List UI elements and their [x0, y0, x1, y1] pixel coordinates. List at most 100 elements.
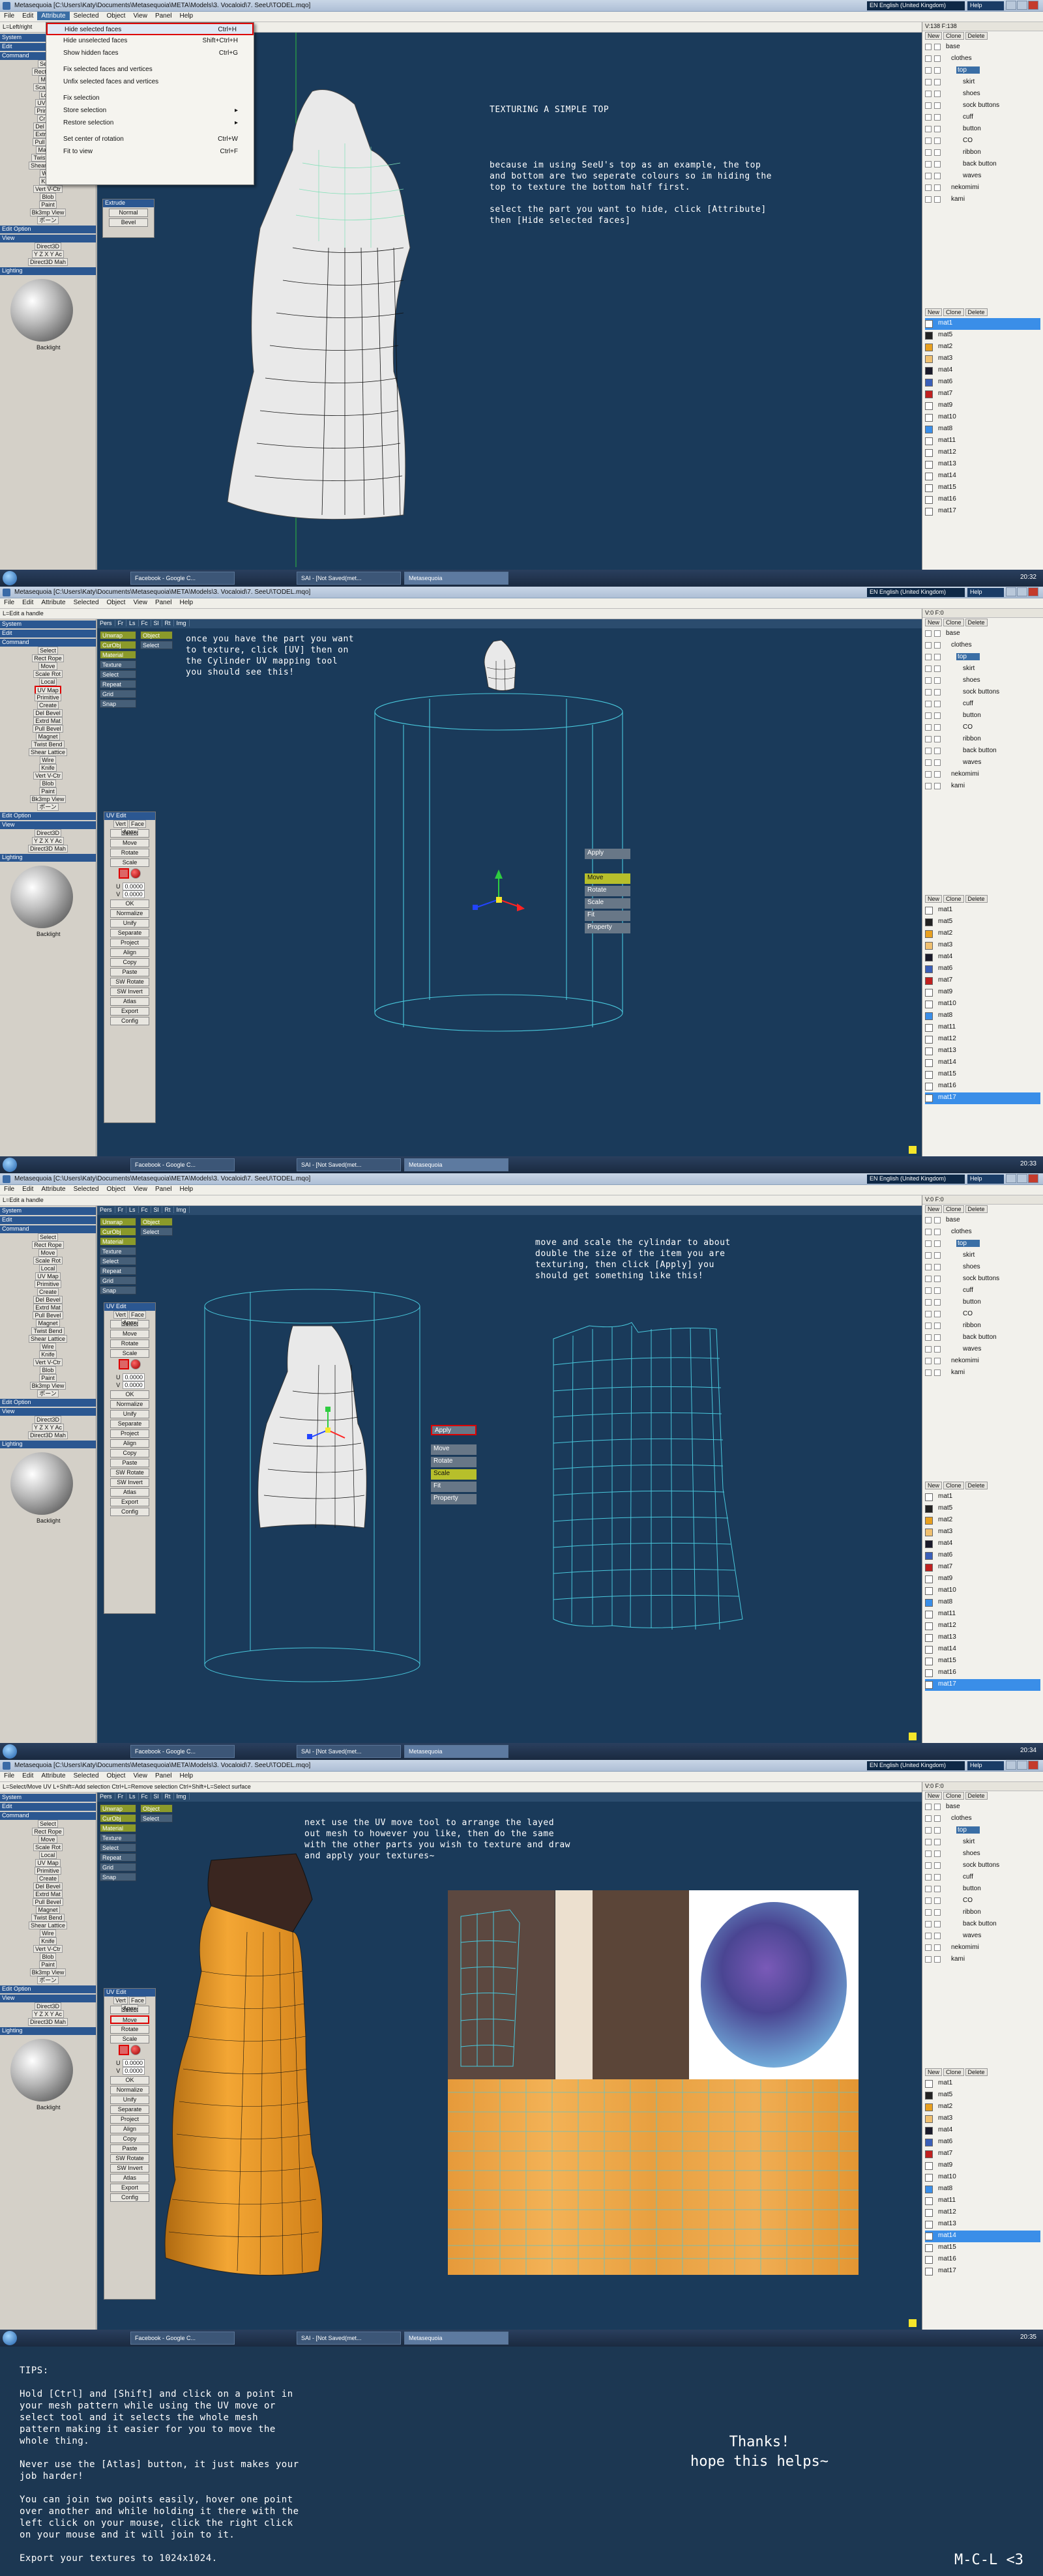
object-list-item[interactable]: top: [925, 65, 1040, 77]
object-list-item[interactable]: cuff: [925, 1872, 1040, 1884]
attribute-menu-item[interactable]: Fix selected faces and vertices: [46, 64, 254, 76]
object-list-item[interactable]: kami: [925, 194, 1040, 206]
command-button[interactable]: Knife: [39, 1351, 57, 1358]
new-material-button[interactable]: New: [925, 308, 943, 316]
new-object-button[interactable]: New: [925, 1792, 943, 1800]
clone-material-button[interactable]: Clone: [943, 2068, 964, 2076]
viewport-tab[interactable]: Fr: [115, 1793, 127, 1800]
lock-toggle[interactable]: [934, 1874, 941, 1881]
material-list-item[interactable]: mat13: [925, 1632, 1040, 1644]
lock-toggle[interactable]: [934, 748, 941, 754]
menu-edit[interactable]: Edit: [18, 1185, 37, 1193]
material-list-item[interactable]: mat16: [925, 1667, 1040, 1679]
visibility-toggle[interactable]: [925, 1334, 932, 1341]
new-object-button[interactable]: New: [925, 1205, 943, 1213]
close-button[interactable]: [1028, 1174, 1038, 1183]
lock-toggle[interactable]: [934, 1839, 941, 1845]
menu-file[interactable]: File: [0, 12, 18, 20]
close-button[interactable]: [1028, 1, 1038, 10]
command-button[interactable]: Knife: [39, 764, 57, 772]
start-button[interactable]: [3, 2331, 17, 2345]
view-button[interactable]: Y Z X Y Ac: [31, 1424, 65, 1431]
material-list-item[interactable]: mat11: [925, 435, 1040, 447]
command-button[interactable]: Vert V-Ctr: [33, 1358, 63, 1366]
menu-object[interactable]: Object: [103, 1185, 130, 1193]
delete-object-button[interactable]: Delete: [965, 1792, 988, 1800]
object-list-item[interactable]: CO: [925, 136, 1040, 147]
material-list-item[interactable]: mat2: [925, 1515, 1040, 1527]
attribute-menu-item[interactable]: Unfix selected faces and vertices: [46, 76, 254, 89]
lock-toggle[interactable]: [934, 783, 941, 789]
menu-file[interactable]: File: [0, 1772, 18, 1780]
lock-toggle[interactable]: [934, 1851, 941, 1857]
object-list-item[interactable]: sock buttons: [925, 1860, 1040, 1872]
command-button[interactable]: Vert V-Ctr: [33, 772, 63, 780]
object-list-item[interactable]: ribbon: [925, 1321, 1040, 1332]
viewport-tab[interactable]: Fc: [139, 620, 151, 626]
menu-view[interactable]: View: [129, 1185, 151, 1193]
object-list-item[interactable]: back button: [925, 159, 1040, 171]
lock-toggle[interactable]: [934, 1921, 941, 1927]
visibility-toggle[interactable]: [925, 771, 932, 778]
command-button[interactable]: Magnet: [36, 733, 60, 740]
visibility-toggle[interactable]: [925, 1804, 932, 1810]
material-list-item[interactable]: mat6: [925, 1550, 1040, 1562]
visibility-toggle[interactable]: [925, 55, 932, 62]
taskbar-item[interactable]: Facebook - Google C...: [130, 1158, 235, 1171]
visibility-toggle[interactable]: [925, 748, 932, 754]
lock-toggle[interactable]: [934, 1311, 941, 1317]
delete-material-button[interactable]: Delete: [965, 2068, 988, 2076]
material-list-item[interactable]: mat5: [925, 916, 1040, 928]
material-list-item[interactable]: mat5: [925, 1503, 1040, 1515]
visibility-toggle[interactable]: [925, 1827, 932, 1834]
lock-toggle[interactable]: [934, 724, 941, 731]
menu-selected[interactable]: Selected: [70, 1185, 103, 1193]
language-indicator[interactable]: EN English (United Kingdom): [867, 588, 965, 597]
material-list-item[interactable]: mat2: [925, 928, 1040, 940]
property-handle-button[interactable]: Property: [431, 1494, 477, 1504]
object-list-item[interactable]: base: [925, 1215, 1040, 1227]
command-button[interactable]: Extrd Mat: [33, 717, 63, 725]
maximize-button[interactable]: [1017, 1, 1027, 10]
lock-toggle[interactable]: [934, 1264, 941, 1270]
help-button[interactable]: Help: [967, 1761, 1004, 1770]
lock-toggle[interactable]: [934, 1334, 941, 1341]
object-list-item[interactable]: sock buttons: [925, 1274, 1040, 1285]
clone-object-button[interactable]: Clone: [943, 619, 964, 626]
object-list-item[interactable]: cuff: [925, 112, 1040, 124]
lock-toggle[interactable]: [934, 654, 941, 660]
object-list-item[interactable]: shoes: [925, 1262, 1040, 1274]
taskbar-item[interactable]: SAI - [Not Saved(met...: [297, 1745, 401, 1758]
close-button[interactable]: [1028, 587, 1038, 596]
command-button[interactable]: Rect Rope: [32, 1241, 64, 1249]
lock-toggle[interactable]: [934, 1229, 941, 1235]
visibility-toggle[interactable]: [925, 689, 932, 695]
visibility-toggle[interactable]: [925, 1369, 932, 1376]
menu-selected[interactable]: Selected: [70, 12, 103, 20]
visibility-toggle[interactable]: [925, 1909, 932, 1916]
command-button[interactable]: Select: [37, 647, 58, 654]
menu-help[interactable]: Help: [176, 598, 198, 607]
viewport[interactable]: Pers Fr Ls Fc Sl Rt Img Unwrap CurObj Material Te…: [97, 1793, 922, 2330]
object-list-item[interactable]: top: [925, 652, 1040, 664]
lock-toggle[interactable]: [934, 1346, 941, 1353]
material-list-item[interactable]: mat13: [925, 1046, 1040, 1057]
lock-toggle[interactable]: [934, 677, 941, 684]
material-list-item[interactable]: mat1: [925, 2078, 1040, 2090]
material-list-item[interactable]: mat1: [925, 905, 1040, 916]
minimize-button[interactable]: [1006, 587, 1016, 596]
delete-material-button[interactable]: Delete: [965, 895, 988, 903]
material-list-item[interactable]: mat13: [925, 2219, 1040, 2231]
visibility-toggle[interactable]: [925, 1358, 932, 1364]
lock-toggle[interactable]: [934, 55, 941, 62]
view-button[interactable]: Direct3D Mah: [27, 1431, 68, 1439]
visibility-toggle[interactable]: [925, 654, 932, 660]
material-list-item[interactable]: mat8: [925, 2184, 1040, 2195]
visibility-toggle[interactable]: [925, 1897, 932, 1904]
visibility-toggle[interactable]: [925, 712, 932, 719]
material-list-item[interactable]: mat5: [925, 2090, 1040, 2101]
object-list-item[interactable]: button: [925, 1884, 1040, 1895]
material-list-item[interactable]: mat8: [925, 424, 1040, 435]
material-list-item[interactable]: mat6: [925, 2137, 1040, 2148]
command-button[interactable]: Extrd Mat: [33, 1890, 63, 1898]
